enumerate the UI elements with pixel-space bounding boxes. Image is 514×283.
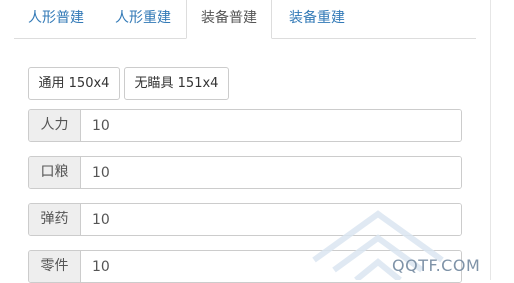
manpower-input-group: 人力 [28,109,462,142]
ammo-input-group: 弹药 [28,203,462,236]
tab-equipment-normal-build[interactable]: 装备普建 [186,0,272,39]
tab-equipment-heavy-build[interactable]: 装备重建 [274,0,360,38]
manpower-input[interactable] [81,110,461,141]
build-tabs: 人形普建 人形重建 装备普建 装备重建 [14,0,476,39]
rations-input-group: 口粮 [28,156,462,189]
parts-label: 零件 [29,251,81,282]
preset-general-button[interactable]: 通用 150x4 [28,67,120,100]
preset-no-scope-button[interactable]: 无瞄具 151x4 [124,67,229,100]
tab-doll-normal-build[interactable]: 人形普建 [14,0,98,38]
ammo-input[interactable] [81,204,461,235]
right-divider [490,0,491,280]
tab-doll-heavy-build[interactable]: 人形重建 [100,0,186,38]
rations-label: 口粮 [29,157,81,188]
manpower-label: 人力 [29,110,81,141]
ammo-label: 弹药 [29,204,81,235]
watermark-text: QQTF.COM [392,256,481,275]
rations-input[interactable] [81,157,461,188]
